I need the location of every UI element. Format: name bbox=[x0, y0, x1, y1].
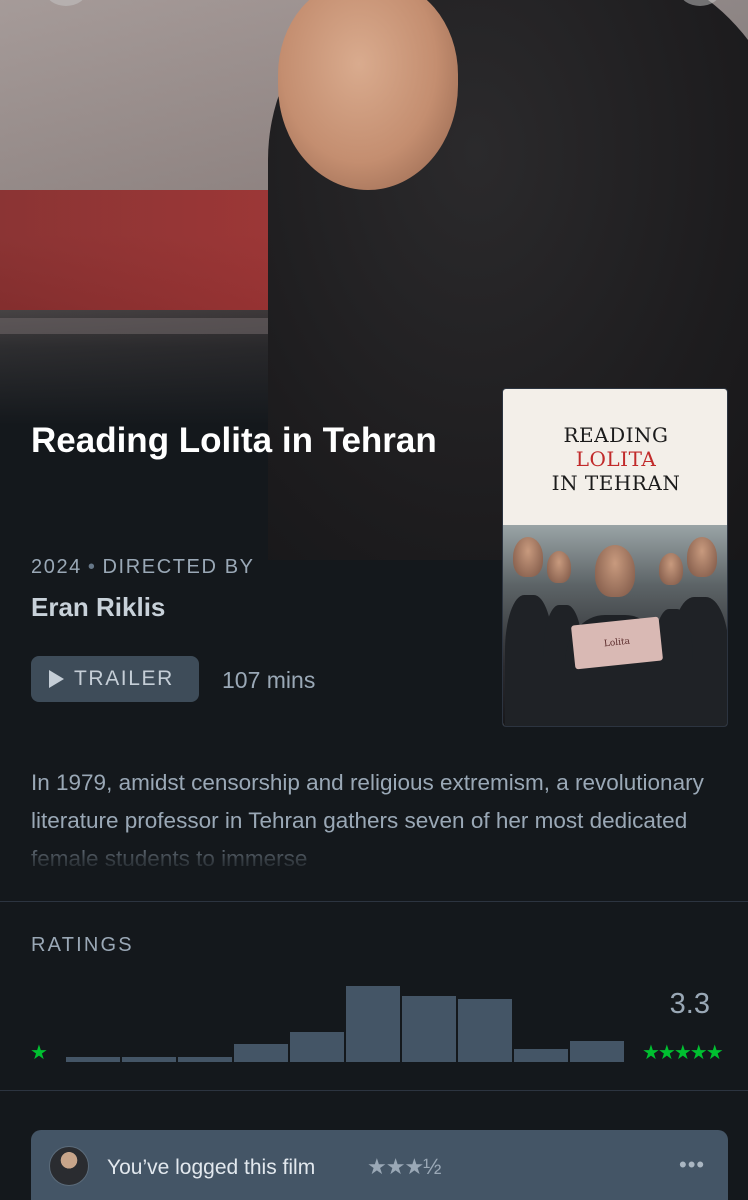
film-title: Reading Lolita in Tehran bbox=[31, 421, 437, 460]
play-icon bbox=[49, 670, 64, 688]
max-stars-icon: ★★★★★ bbox=[642, 1042, 724, 1064]
user-rating-stars: ★★★½ bbox=[367, 1154, 442, 1179]
film-page: Reading Lolita in Tehran 2024 • DIRECTED B… bbox=[0, 0, 748, 1200]
histogram-bar-3½[interactable] bbox=[402, 996, 456, 1062]
divider bbox=[0, 1090, 748, 1091]
synopsis[interactable]: In 1979, amidst censorship and religious… bbox=[31, 764, 721, 872]
histogram-bar-3[interactable] bbox=[346, 986, 400, 1062]
min-star-icon: ★ bbox=[30, 1042, 48, 1064]
histogram-bar-½[interactable] bbox=[66, 1057, 120, 1062]
histogram-bar-4½[interactable] bbox=[514, 1049, 568, 1062]
release-year[interactable]: 2024 bbox=[31, 556, 82, 578]
histogram-bar-5[interactable] bbox=[570, 1041, 624, 1062]
average-rating: 3.3 bbox=[669, 988, 710, 1020]
histogram-bar-1[interactable] bbox=[122, 1057, 176, 1062]
histogram-bar-4[interactable] bbox=[458, 999, 512, 1062]
film-meta: 2024 • DIRECTED BY bbox=[31, 556, 255, 579]
poster-title: READING LOLITA IN TEHRAN bbox=[551, 423, 681, 495]
director-link[interactable]: Eran Riklis bbox=[31, 592, 165, 623]
separator-dot: • bbox=[87, 556, 97, 578]
divider bbox=[0, 901, 748, 902]
trailer-button[interactable]: TRAILER bbox=[31, 656, 199, 702]
ratings-histogram[interactable] bbox=[66, 978, 626, 1062]
histogram-bar-2[interactable] bbox=[234, 1044, 288, 1062]
more-dots-icon[interactable]: ••• bbox=[679, 1152, 705, 1178]
film-poster[interactable]: READING LOLITA IN TEHRAN Lolita bbox=[502, 388, 728, 727]
directed-by-label: DIRECTED BY bbox=[102, 556, 255, 578]
histogram-bar-1½[interactable] bbox=[178, 1057, 232, 1062]
logged-film-card[interactable]: You’ve logged this film ★★★½ ••• bbox=[31, 1130, 728, 1200]
histogram-bar-2½[interactable] bbox=[290, 1032, 344, 1062]
logged-text: You’ve logged this film bbox=[107, 1156, 316, 1179]
ratings-label: RATINGS bbox=[31, 934, 134, 956]
trailer-label: TRAILER bbox=[74, 667, 174, 690]
runtime: 107 mins bbox=[222, 667, 316, 693]
avatar[interactable] bbox=[49, 1146, 89, 1186]
poster-book: Lolita bbox=[570, 616, 664, 670]
